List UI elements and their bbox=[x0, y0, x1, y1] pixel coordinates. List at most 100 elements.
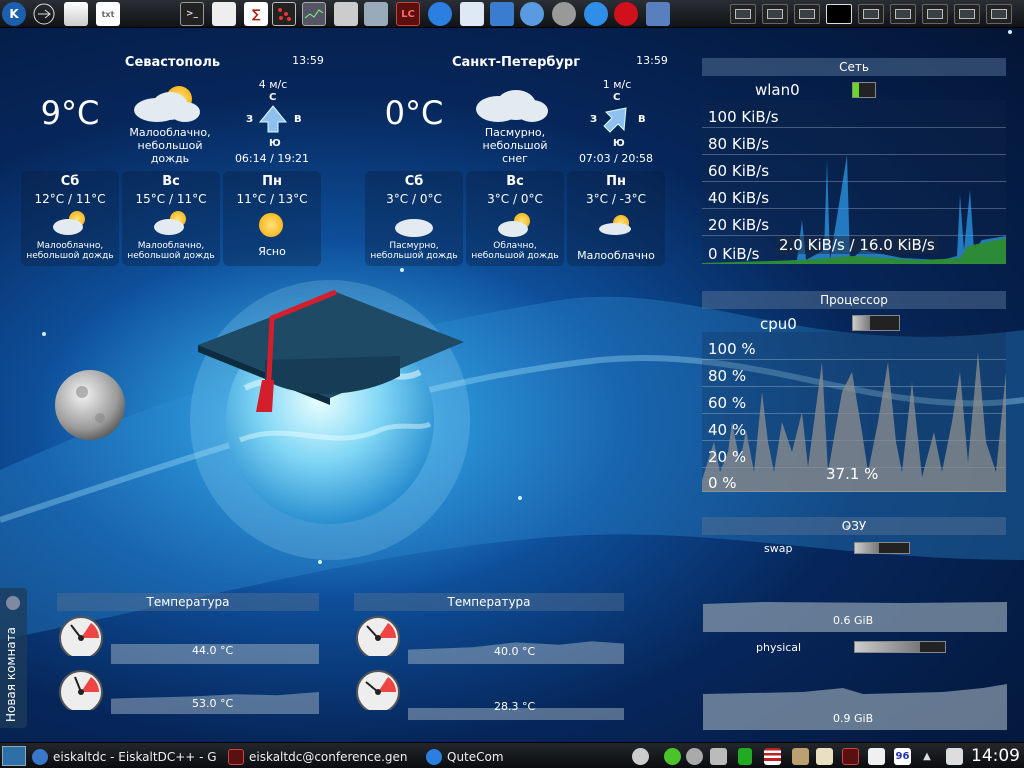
qutecom-icon[interactable] bbox=[428, 2, 452, 26]
clock-calendar-icon[interactable] bbox=[946, 748, 963, 765]
update-icon[interactable] bbox=[664, 748, 681, 765]
desktop-8-button[interactable] bbox=[954, 4, 980, 24]
tray-expand-icon[interactable]: ▲ bbox=[920, 748, 934, 765]
swap-value: 0.6 GiB bbox=[833, 614, 874, 627]
cpu-title: Процессор bbox=[702, 291, 1006, 309]
partly-cloudy-icon bbox=[597, 215, 637, 239]
gauge-icon bbox=[59, 670, 103, 710]
swap-graph: 0.6 GiB bbox=[703, 600, 1007, 632]
lc-tray-icon[interactable] bbox=[842, 748, 859, 765]
forecast-range: 15°C / 11°C bbox=[135, 192, 207, 206]
forecast-day: Вс 15°C / 11°C Малооблачно, небольшой дож… bbox=[122, 171, 220, 266]
desktop-6-button[interactable] bbox=[890, 4, 916, 24]
task-eiskaltdc[interactable]: eiskaltdc - EiskaltDC++ - G bbox=[32, 747, 222, 766]
trash-icon[interactable] bbox=[64, 2, 88, 26]
matrix-icon[interactable] bbox=[272, 2, 296, 26]
sunny-icon bbox=[259, 213, 285, 239]
desktop-4-button[interactable] bbox=[826, 4, 852, 24]
image-viewer-icon[interactable] bbox=[460, 2, 484, 26]
desktop-3-button[interactable] bbox=[794, 4, 820, 24]
condition-line: небольшой bbox=[137, 139, 203, 152]
opera-icon[interactable] bbox=[614, 2, 638, 26]
forecast-day-name: Пн bbox=[606, 174, 626, 189]
maxima-icon[interactable]: ∑ bbox=[244, 2, 268, 26]
condition-line: Малооблачно bbox=[577, 249, 655, 262]
browser-globe-icon[interactable] bbox=[520, 2, 544, 26]
current-condition: Малооблачно, небольшой дождь bbox=[115, 126, 225, 165]
current-condition: Пасмурно, небольшой снег bbox=[460, 126, 570, 165]
show-desktop-icon[interactable] bbox=[2, 746, 26, 766]
usb-icon[interactable] bbox=[32, 2, 56, 26]
condition-line: Малооблачно, bbox=[129, 126, 211, 139]
task-label: QuteCom bbox=[447, 749, 504, 764]
clipboard-icon[interactable] bbox=[868, 748, 885, 765]
package-manager-icon[interactable] bbox=[334, 2, 358, 26]
forecast-range: 3°C / -3°C bbox=[585, 192, 647, 206]
system-monitor-icon[interactable] bbox=[302, 2, 326, 26]
desktop-1-button[interactable] bbox=[730, 4, 756, 24]
network-rate: 2.0 KiB/s / 16.0 KiB/s bbox=[776, 236, 938, 254]
lc-icon[interactable]: LC bbox=[396, 2, 420, 26]
document-icon[interactable] bbox=[212, 2, 236, 26]
kde-menu-icon[interactable]: K bbox=[2, 2, 26, 26]
keyboard-layout-icon[interactable] bbox=[764, 748, 781, 765]
partly-cloudy-rain-icon bbox=[130, 84, 210, 128]
dir-n: С bbox=[613, 92, 621, 103]
kde-settings-icon[interactable] bbox=[584, 2, 608, 26]
desktop-2-button[interactable] bbox=[762, 4, 788, 24]
temperature-value: 53.0 °C bbox=[192, 697, 234, 710]
desktop-9-button[interactable] bbox=[986, 4, 1012, 24]
condition-line: Пасмурно, bbox=[389, 241, 439, 251]
taskbar: eiskaltdc - EiskaltDC++ - G eiskaltdc@co… bbox=[0, 742, 1024, 768]
wind-indicator: 4 м/с С З В Ю bbox=[240, 76, 306, 154]
dictionary-icon[interactable] bbox=[816, 748, 833, 765]
interface-name: wlan0 bbox=[755, 81, 800, 99]
info-icon[interactable] bbox=[632, 748, 649, 765]
forecast-day: Сб 3°C / 0°C Пасмурно, небольшой дождь bbox=[365, 171, 463, 266]
terminal-icon[interactable]: >_ bbox=[180, 2, 204, 26]
lock-icon[interactable] bbox=[792, 748, 809, 765]
condition-line: Малооблачно, bbox=[137, 241, 205, 251]
clock[interactable]: 14:09 bbox=[971, 746, 1020, 766]
desktop-5-button[interactable] bbox=[858, 4, 884, 24]
cpu-level-label: 80 % bbox=[708, 367, 747, 385]
update-time: 13:59 bbox=[636, 54, 668, 67]
volume-icon[interactable] bbox=[710, 748, 727, 765]
system-settings-icon[interactable] bbox=[552, 2, 576, 26]
task-conference[interactable]: eiskaltdc@conference.gen bbox=[228, 747, 420, 766]
forecast-condition: Пасмурно, небольшой дождь bbox=[365, 241, 463, 261]
app-launcher-icon[interactable] bbox=[646, 2, 670, 26]
moon bbox=[55, 370, 125, 440]
forecast-day-name: Вс bbox=[506, 174, 524, 189]
desktop-7-button[interactable] bbox=[922, 4, 948, 24]
forecast-condition: Ясно bbox=[223, 246, 321, 257]
net-level-label: 80 KiB/s bbox=[708, 135, 770, 153]
swap-label: swap bbox=[764, 542, 793, 555]
partly-cloudy-rain-icon bbox=[152, 211, 192, 237]
city-name: Санкт-Петербург bbox=[451, 55, 581, 70]
gauge-icon bbox=[356, 616, 400, 656]
task-label: eiskaltdc - EiskaltDC++ - G bbox=[53, 749, 217, 764]
city-name: Севастополь bbox=[124, 55, 221, 70]
gauge-icon bbox=[356, 670, 400, 710]
forecast-range: 11°C / 13°C bbox=[236, 192, 308, 206]
physical-bar bbox=[854, 641, 946, 653]
new-room-panel[interactable]: Новая комната bbox=[0, 588, 27, 728]
condition-line: Пасмурно, bbox=[484, 126, 546, 139]
forecast-day: Пн 11°C / 13°C Ясно bbox=[223, 171, 321, 266]
battery-icon[interactable] bbox=[738, 748, 752, 765]
network-manager-icon[interactable] bbox=[364, 2, 388, 26]
forecast-day: Пн 3°C / -3°C Малооблачно bbox=[567, 171, 665, 266]
file-manager-icon[interactable] bbox=[490, 2, 514, 26]
net-level-label: 60 KiB/s bbox=[708, 162, 770, 180]
dir-w: З bbox=[246, 114, 254, 125]
network-icon[interactable] bbox=[686, 748, 703, 765]
cpu-usage: 37.1 % bbox=[826, 465, 879, 483]
condition-line: небольшой дождь bbox=[370, 251, 458, 261]
tray-badge[interactable]: 96 bbox=[894, 748, 911, 765]
forecast-condition: Малооблачно bbox=[567, 249, 665, 262]
network-graph: 100 KiB/s 80 KiB/s 60 KiB/s 40 KiB/s 20 … bbox=[702, 100, 1006, 264]
cpu-core-bar bbox=[852, 315, 900, 331]
text-file-icon[interactable]: txt bbox=[96, 2, 120, 26]
task-qutecom[interactable]: QuteCom bbox=[426, 747, 546, 766]
